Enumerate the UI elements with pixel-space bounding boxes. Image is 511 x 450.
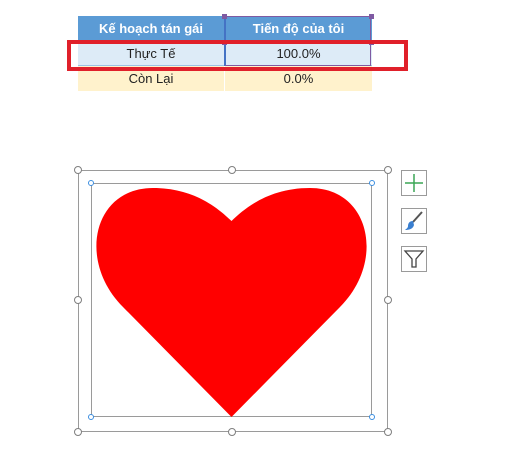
plot-handle-bottom-right[interactable] <box>369 414 375 420</box>
chart-handle-top-middle[interactable] <box>228 166 236 174</box>
chart-handle-top-left[interactable] <box>74 166 82 174</box>
chart-handle-bottom-right[interactable] <box>384 428 392 436</box>
heart-fill[interactable] <box>96 188 367 417</box>
heart-shape[interactable] <box>93 185 370 417</box>
paintbrush-icon <box>405 211 423 230</box>
range-handle-mid-left[interactable] <box>222 40 227 45</box>
chart-handle-top-right[interactable] <box>384 166 392 174</box>
chart-handle-middle-right[interactable] <box>384 296 392 304</box>
funnel-icon <box>403 250 425 268</box>
plot-handle-top-left[interactable] <box>88 180 94 186</box>
range-handle-top-right[interactable] <box>369 14 374 19</box>
cell-actual-value[interactable]: 100.0% <box>225 41 372 66</box>
chart-handle-bottom-middle[interactable] <box>228 428 236 436</box>
chart-filters-button[interactable] <box>401 246 427 272</box>
chart-elements-button[interactable] <box>401 170 427 196</box>
plot-handle-top-right[interactable] <box>369 180 375 186</box>
table-row: Còn Lại 0.0% <box>78 66 372 91</box>
header-cell-plan[interactable]: Kế hoạch tán gái <box>78 16 225 41</box>
chart-handle-middle-left[interactable] <box>74 296 82 304</box>
chart-handle-bottom-left[interactable] <box>74 428 82 436</box>
range-handle-top-left[interactable] <box>222 14 227 19</box>
cell-remaining-label[interactable]: Còn Lại <box>78 66 225 91</box>
header-cell-progress[interactable]: Tiến độ của tôi <box>225 16 372 41</box>
chart-styles-button[interactable] <box>401 208 427 234</box>
plot-handle-bottom-left[interactable] <box>88 414 94 420</box>
table-header-row: Kế hoạch tán gái Tiến độ của tôi <box>78 16 372 41</box>
progress-table: Kế hoạch tán gái Tiến độ của tôi Thực Tế… <box>78 16 372 91</box>
plus-icon <box>405 174 423 192</box>
range-handle-mid-right[interactable] <box>369 40 374 45</box>
cell-actual-label[interactable]: Thực Tế <box>78 41 225 66</box>
cell-remaining-value[interactable]: 0.0% <box>225 66 372 91</box>
